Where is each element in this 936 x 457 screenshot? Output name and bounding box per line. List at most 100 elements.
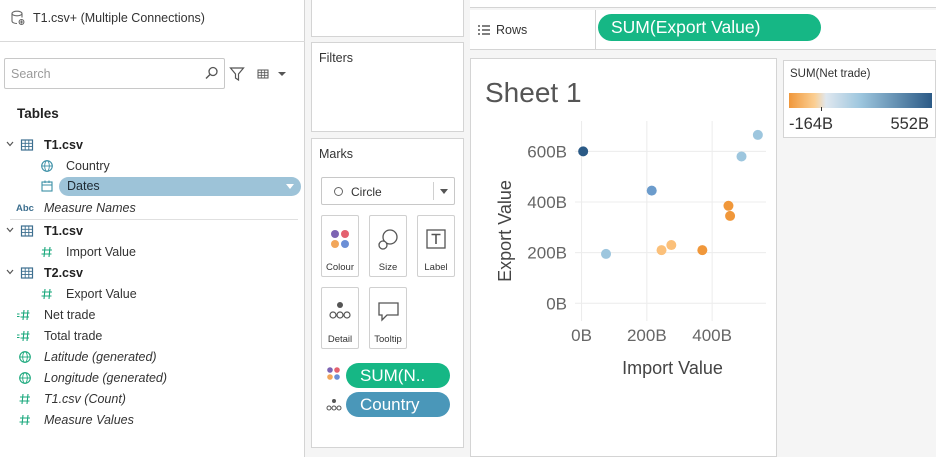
data-point[interactable] — [656, 245, 667, 256]
size-button[interactable]: Size — [369, 215, 407, 277]
rows-label: Rows — [496, 23, 528, 37]
chevron-down-icon[interactable] — [5, 139, 15, 149]
shelves-column: Filters Marks Circle Colour Size Label D… — [305, 0, 470, 457]
filters-card[interactable]: Filters — [311, 42, 464, 132]
table-icon — [20, 225, 34, 237]
pages-card[interactable] — [311, 0, 464, 37]
calculated-measure-icon — [17, 309, 30, 321]
data-point[interactable] — [736, 151, 747, 162]
field-t1-count[interactable]: T1.csv (Count) — [16, 390, 296, 410]
colour-button[interactable]: Colour — [321, 215, 359, 277]
search-icon[interactable] — [205, 66, 219, 80]
legend-title: SUM(Net trade) — [790, 68, 871, 80]
field-label: Export Value — [66, 287, 137, 301]
data-point[interactable] — [578, 146, 589, 157]
worksheet-area: Rows SUM(Export Value) Sheet 1 0B 200B 400… — [470, 0, 936, 457]
data-point[interactable] — [723, 200, 734, 211]
data-point[interactable] — [601, 248, 612, 259]
text-label-icon — [426, 229, 446, 249]
field-label: Latitude (generated) — [44, 350, 157, 364]
table-t1-row[interactable]: T1.csv — [2, 136, 302, 156]
table-icon — [20, 139, 34, 151]
datasource-row[interactable]: T1.csv+ (Multiple Connections) — [0, 0, 305, 42]
search-placeholder: Search — [11, 67, 51, 81]
filters-title: Filters — [319, 51, 354, 65]
marks-card: Marks Circle Colour Size Label Detail To… — [311, 138, 464, 448]
size-label: Size — [378, 262, 398, 273]
datasource-label: T1.csv+ (Multiple Connections) — [33, 11, 205, 25]
field-export-value[interactable]: Export Value — [38, 285, 298, 305]
field-total-trade[interactable]: Total trade — [16, 327, 296, 347]
dropdown-arrow-icon[interactable] — [286, 184, 294, 189]
calendar-icon — [41, 180, 53, 192]
measure-hash-icon — [41, 246, 52, 258]
table-icon — [20, 267, 34, 279]
scatter-plot[interactable]: 0B 200B 400B 600B 0B 200B 400B Import Value Expo… — [471, 59, 778, 457]
rows-icon — [478, 25, 490, 35]
data-point[interactable] — [697, 245, 708, 256]
table-name: T1.csv — [44, 138, 83, 152]
table-t2-row[interactable]: T2.csv — [2, 264, 302, 284]
field-label: Import Value — [66, 245, 136, 259]
detail-field-pill[interactable]: Country — [346, 392, 450, 417]
legend-zero-tick — [821, 107, 822, 111]
view-list-icon[interactable] — [256, 66, 292, 82]
columns-shelf[interactable] — [470, 0, 936, 8]
table-name: T1.csv — [44, 224, 83, 238]
chevron-down-icon[interactable] — [5, 267, 15, 277]
legend-color-ramp — [789, 93, 932, 108]
x-tick-label: 0B — [571, 326, 592, 345]
field-measure-names[interactable]: Abc Measure Names — [16, 199, 296, 219]
search-input[interactable]: Search — [4, 58, 225, 89]
tooltip-label: Tooltip — [374, 334, 402, 345]
field-label: Measure Names — [44, 201, 136, 215]
x-tick-label: 400B — [692, 326, 732, 345]
detail-button[interactable]: Detail — [321, 287, 359, 349]
x-tick-label: 200B — [627, 326, 667, 345]
label-button[interactable]: Label — [417, 215, 455, 277]
colour-icon — [331, 230, 349, 248]
filter-icon[interactable] — [229, 66, 245, 82]
chevron-down-icon[interactable] — [440, 189, 448, 194]
detail-icon — [326, 399, 342, 411]
field-latitude[interactable]: Latitude (generated) — [16, 348, 296, 368]
divider — [595, 10, 596, 50]
abc-icon: Abc — [16, 203, 34, 214]
field-longitude[interactable]: Longitude (generated) — [16, 369, 296, 389]
data-point[interactable] — [752, 129, 763, 140]
rows-field-pill[interactable]: SUM(Export Value) — [598, 14, 821, 41]
marks-title: Marks — [319, 147, 354, 161]
color-legend[interactable]: SUM(Net trade) -164B 552B — [783, 60, 936, 138]
field-country[interactable]: Country — [38, 157, 298, 177]
x-axis-title: Import Value — [622, 358, 723, 378]
field-label: Net trade — [44, 308, 96, 322]
mark-type-dropdown[interactable]: Circle — [321, 177, 455, 205]
field-label: Dates — [67, 179, 100, 193]
field-label: T1.csv (Count) — [44, 392, 126, 406]
field-label: Measure Values — [44, 413, 134, 427]
table-name: T2.csv — [44, 266, 83, 280]
data-point[interactable] — [666, 240, 677, 251]
legend-max-label: 552B — [890, 115, 929, 133]
globe-icon — [19, 351, 31, 363]
y-tick-label: 0B — [546, 294, 567, 313]
data-point[interactable] — [725, 210, 736, 221]
chevron-down-icon[interactable] — [5, 225, 15, 235]
field-measure-values[interactable]: Measure Values — [16, 411, 296, 431]
tooltip-icon — [378, 302, 399, 322]
tooltip-button[interactable]: Tooltip — [369, 287, 407, 349]
rows-shelf[interactable]: Rows SUM(Export Value) — [470, 10, 936, 50]
legend-min-label: -164B — [789, 115, 834, 133]
field-import-value[interactable]: Import Value — [38, 243, 298, 263]
field-label: Longitude (generated) — [44, 371, 168, 385]
color-field-pill[interactable]: SUM(N.. — [346, 363, 450, 388]
circle-mark-icon — [334, 187, 343, 196]
data-point[interactable] — [646, 185, 657, 196]
field-net-trade[interactable]: Net trade — [16, 306, 296, 326]
table-t1-row-2[interactable]: T1.csv — [2, 222, 302, 242]
calculated-measure-icon — [17, 330, 30, 342]
size-icon — [378, 229, 398, 250]
dates-field-pill[interactable]: Dates — [59, 177, 301, 196]
divider — [10, 219, 298, 220]
y-tick-label: 600B — [527, 142, 567, 161]
